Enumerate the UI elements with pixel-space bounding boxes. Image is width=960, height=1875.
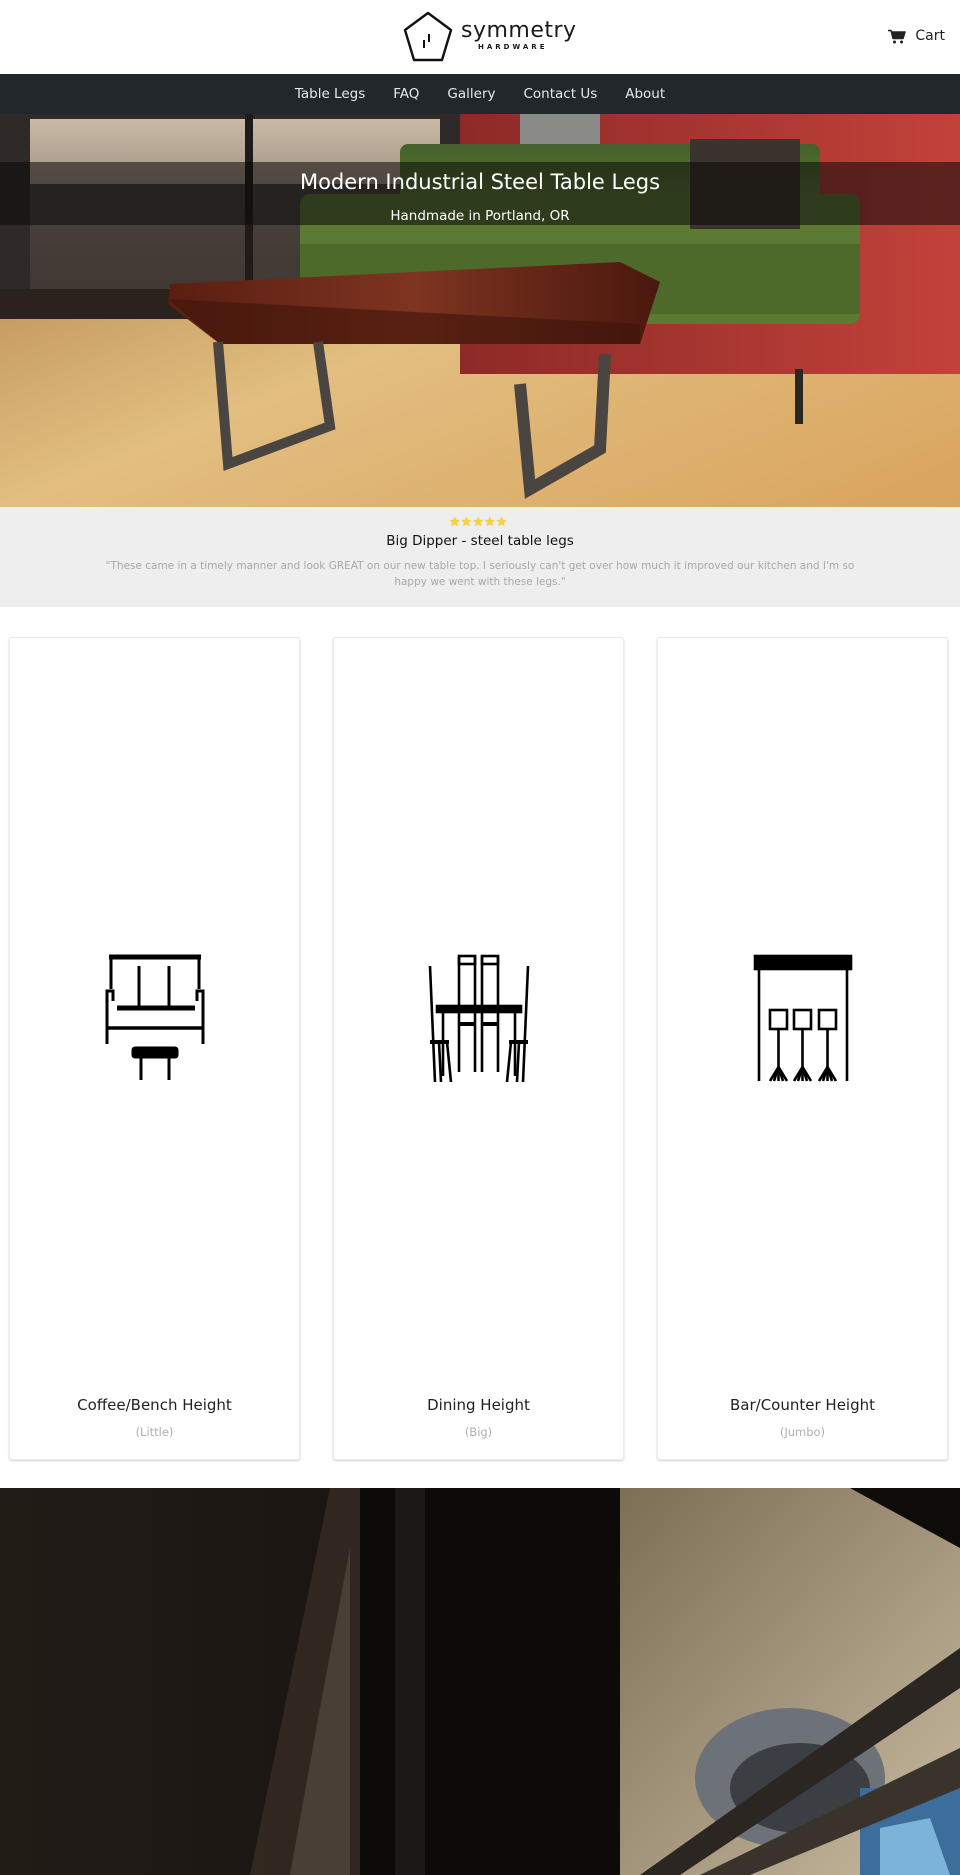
category-card-dining[interactable]: Dining Height (Big) <box>333 637 624 1460</box>
sofa-coffee-table-icon <box>105 954 204 1080</box>
workshop-image <box>0 1488 960 1875</box>
pentagon-logo-icon <box>403 11 453 62</box>
cart-label: Cart <box>915 28 945 44</box>
category-title: Coffee/Bench Height <box>77 1396 232 1414</box>
category-card-coffee-bench[interactable]: Coffee/Bench Height (Little) <box>9 637 300 1460</box>
category-size: (Big) <box>464 1425 493 1439</box>
nav-item-about[interactable]: About <box>611 74 679 114</box>
category-size: (Little) <box>135 1425 174 1439</box>
category-size: (Jumbo) <box>779 1425 826 1439</box>
star-icon: ★ <box>449 515 461 530</box>
dining-table-chairs-icon <box>428 954 529 1082</box>
hero-banner: Modern Industrial Steel Table Legs Handm… <box>0 114 960 507</box>
category-title: Dining Height <box>427 1396 530 1414</box>
cart-icon <box>888 29 907 43</box>
hero-title: Modern Industrial Steel Table Legs <box>299 170 661 194</box>
hero-subtitle: Handmade in Portland, OR <box>390 208 570 224</box>
workshop-banner <box>0 1488 960 1875</box>
bar-stools-counter-icon <box>753 954 852 1082</box>
star-rating: ★ ★ ★ ★ ★ <box>449 516 507 530</box>
star-icon: ★ <box>460 515 473 530</box>
site-header: symmetry HARDWARE Cart <box>0 0 960 74</box>
nav-item-gallery[interactable]: Gallery <box>433 74 509 114</box>
star-icon: ★ <box>483 515 496 530</box>
review-section: ★ ★ ★ ★ ★ Big Dipper - steel table legs … <box>0 507 960 607</box>
brand-name: symmetry <box>461 18 577 43</box>
review-quote: "These came in a timely manner and look … <box>105 560 855 588</box>
nav-item-faq[interactable]: FAQ <box>379 74 433 114</box>
main-nav: Table Legs FAQ Gallery Contact Us About <box>0 74 960 114</box>
star-icon: ★ <box>495 515 508 530</box>
review-title: Big Dipper - steel table legs <box>386 533 574 549</box>
nav-item-table-legs[interactable]: Table Legs <box>281 74 379 114</box>
brand-tagline: HARDWARE <box>478 43 548 51</box>
star-icon: ★ <box>472 515 484 530</box>
brand-logo[interactable]: symmetry HARDWARE <box>402 10 576 65</box>
category-title: Bar/Counter Height <box>730 1396 875 1414</box>
cart-link[interactable]: Cart <box>888 26 945 46</box>
nav-item-contact-us[interactable]: Contact Us <box>510 74 612 114</box>
category-card-bar-counter[interactable]: Bar/Counter Height (Jumbo) <box>657 637 948 1460</box>
